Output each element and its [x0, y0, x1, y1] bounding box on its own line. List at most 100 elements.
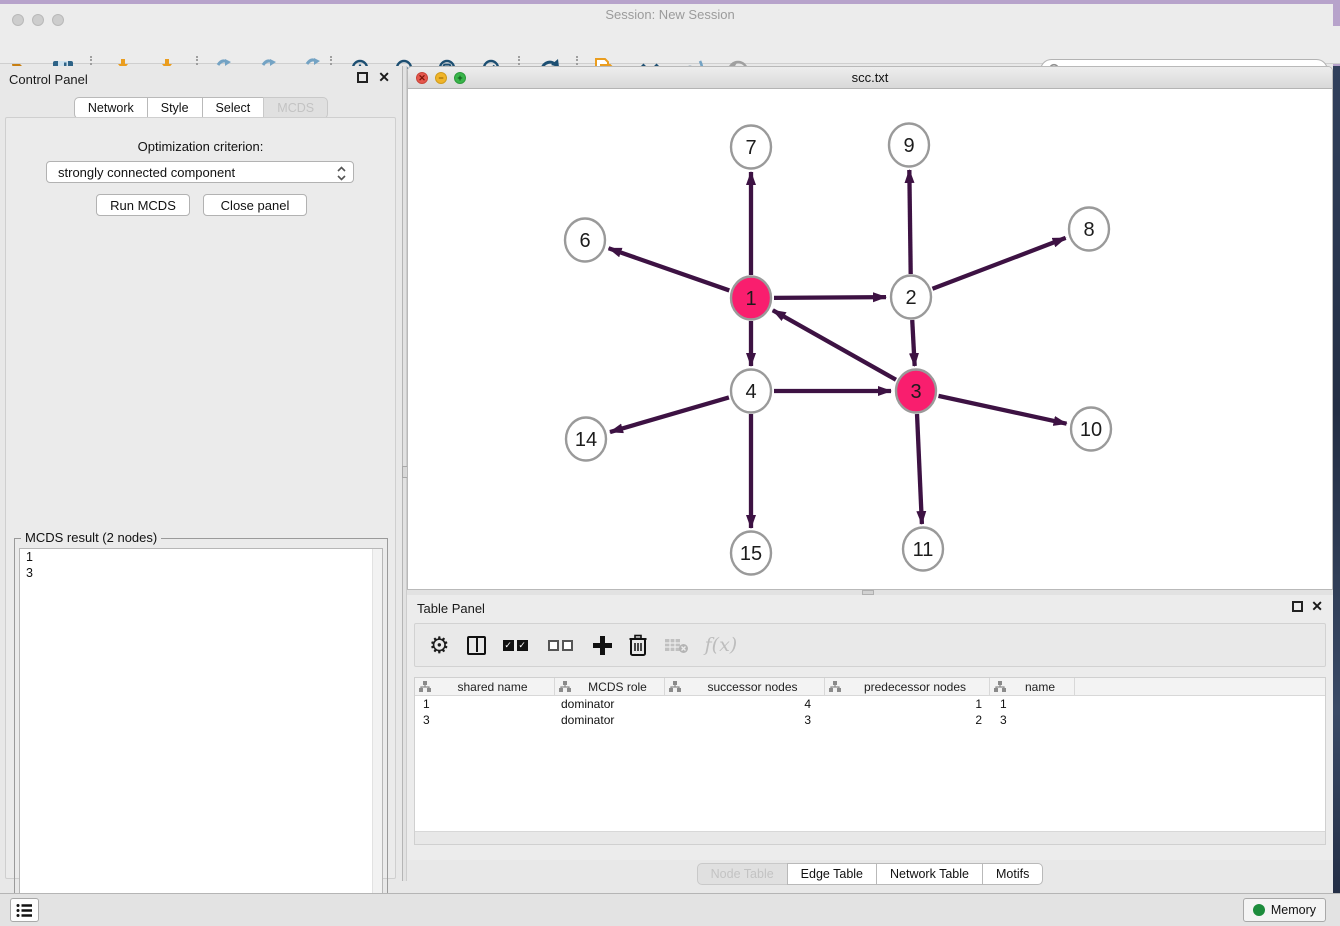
- main-toolbar: [0, 26, 1340, 64]
- list-icon: [16, 903, 33, 918]
- table-row[interactable]: 3dominator323: [415, 712, 1325, 728]
- column-header-successor-nodes[interactable]: successor nodes: [665, 678, 825, 695]
- select-arrows-icon: [336, 165, 347, 182]
- status-bar: Memory: [0, 893, 1340, 926]
- memory-button[interactable]: Memory: [1243, 898, 1326, 922]
- column-type-icon: [419, 681, 431, 692]
- mcds-result-title: MCDS result (2 nodes): [21, 530, 161, 545]
- graph-edge-3-10[interactable]: [938, 396, 1066, 424]
- tab-network[interactable]: Network: [74, 97, 148, 119]
- table-cell[interactable]: 3: [990, 712, 1075, 728]
- graph-edge-2-9[interactable]: [909, 170, 910, 274]
- delete-table-icon[interactable]: [664, 630, 688, 660]
- close-network-button[interactable]: ✕: [416, 72, 428, 84]
- select-all-checkboxes-icon[interactable]: ✓✓: [503, 630, 531, 660]
- function-builder-icon[interactable]: f(x): [705, 630, 738, 660]
- graph-node-label-10: 10: [1080, 419, 1102, 441]
- tab-mcds[interactable]: MCDS: [263, 97, 328, 119]
- graph-edge-3-1[interactable]: [773, 310, 896, 379]
- mcds-tab-content: Optimization criterion: strongly connect…: [5, 117, 396, 879]
- tab-select[interactable]: Select: [202, 97, 265, 119]
- column-type-icon: [669, 681, 681, 692]
- table-options-gear-icon[interactable]: ⚙: [429, 630, 450, 660]
- mcds-result-group: MCDS result (2 nodes) 13: [14, 538, 388, 916]
- table-panel: Table Panel ✕ ⚙ ✓✓ f(x) shared nameMCDS …: [407, 595, 1333, 860]
- graph-edge-4-14[interactable]: [610, 397, 729, 432]
- node-table: shared name MCDS rolesuccessor nodes prede…: [414, 677, 1326, 845]
- desktop-edge: [1333, 66, 1340, 926]
- network-title: scc.txt: [408, 67, 1332, 89]
- column-header-name[interactable]: name: [990, 678, 1075, 695]
- close-panel-icon[interactable]: ✕: [378, 69, 390, 86]
- column-type-icon: [829, 681, 841, 692]
- add-column-icon[interactable]: [593, 630, 612, 660]
- column-header-MCDS-role[interactable]: MCDS role: [555, 678, 665, 695]
- tab-network-table[interactable]: Network Table: [876, 863, 983, 885]
- delete-column-icon[interactable]: [629, 630, 647, 660]
- table-row[interactable]: 1dominator411: [415, 696, 1325, 712]
- graph-node-label-9: 9: [903, 135, 914, 157]
- graph-edge-1-2[interactable]: [774, 297, 886, 298]
- result-scrollbar[interactable]: [372, 549, 382, 910]
- table-cell[interactable]: 2: [825, 712, 990, 728]
- table-cell[interactable]: dominator: [555, 696, 665, 712]
- table-cell[interactable]: 1: [415, 696, 555, 712]
- network-canvas[interactable]: 7968124314101511: [408, 89, 1332, 590]
- table-toolbar: ⚙ ✓✓ f(x): [414, 623, 1326, 667]
- table-cell[interactable]: 3: [665, 712, 825, 728]
- column-header-shared-name[interactable]: shared name: [415, 678, 555, 695]
- table-cell[interactable]: 1: [825, 696, 990, 712]
- tab-style[interactable]: Style: [147, 97, 203, 119]
- graph-edge-2-8[interactable]: [932, 238, 1065, 289]
- mcds-result-textarea[interactable]: 13: [19, 548, 383, 911]
- network-view-window: ✕ − + scc.txt 7968124314101511: [407, 66, 1333, 590]
- criterion-select[interactable]: strongly connected component: [46, 161, 354, 183]
- graph-node-label-3: 3: [910, 381, 921, 403]
- table-cell[interactable]: 1: [990, 696, 1075, 712]
- minimize-network-button[interactable]: −: [435, 72, 447, 84]
- network-window-traffic-lights[interactable]: ✕ − +: [416, 72, 473, 84]
- column-header-label: MCDS role: [571, 680, 664, 694]
- graph-edge-3-11[interactable]: [917, 414, 922, 524]
- table-header-row: shared name MCDS rolesuccessor nodes prede…: [415, 678, 1325, 696]
- tab-motifs[interactable]: Motifs: [982, 863, 1043, 885]
- maximize-window-button[interactable]: [52, 14, 64, 26]
- tab-edge-table[interactable]: Edge Table: [787, 863, 877, 885]
- maximize-network-button[interactable]: +: [454, 72, 466, 84]
- table-scroll-strip[interactable]: [415, 831, 1325, 844]
- graph-node-label-6: 6: [579, 230, 590, 252]
- graph-node-label-15: 15: [740, 543, 762, 565]
- toggle-column-view-icon[interactable]: [467, 630, 486, 660]
- table-cell[interactable]: 4: [665, 696, 825, 712]
- run-mcds-button[interactable]: Run MCDS: [96, 194, 190, 216]
- tab-node-table[interactable]: Node Table: [697, 863, 788, 885]
- column-header-label: predecessor nodes: [841, 680, 989, 694]
- table-cell[interactable]: 3: [415, 712, 555, 728]
- graph-edge-1-6[interactable]: [609, 248, 730, 290]
- mcds-result-line: 1: [20, 549, 382, 565]
- column-header-label: name: [1006, 680, 1074, 694]
- mcds-result-line: 3: [20, 565, 382, 581]
- graph-edge-2-3[interactable]: [912, 320, 914, 366]
- close-window-button[interactable]: [12, 14, 24, 26]
- float-panel-icon[interactable]: [357, 72, 368, 83]
- table-cell[interactable]: dominator: [555, 712, 665, 728]
- main-titlebar[interactable]: Session: New Session: [0, 4, 1340, 26]
- memory-label: Memory: [1271, 903, 1316, 917]
- network-window-titlebar[interactable]: ✕ − + scc.txt: [408, 67, 1332, 89]
- graph-node-label-7: 7: [745, 137, 756, 159]
- table-tabs-bar: Node TableEdge TableNetwork TableMotifs: [407, 863, 1333, 891]
- deselect-all-checkboxes-icon[interactable]: [548, 630, 576, 660]
- task-history-button[interactable]: [10, 898, 39, 922]
- graph-node-label-11: 11: [913, 539, 934, 561]
- criterion-value: strongly connected component: [58, 165, 235, 180]
- graph-node-label-14: 14: [575, 429, 597, 451]
- column-header-predecessor-nodes[interactable]: predecessor nodes: [825, 678, 990, 695]
- float-panel-icon[interactable]: [1292, 601, 1303, 612]
- network-graph[interactable]: 7968124314101511: [408, 89, 1332, 590]
- close-panel-icon[interactable]: ✕: [1311, 598, 1323, 615]
- minimize-window-button[interactable]: [32, 14, 44, 26]
- close-panel-button[interactable]: Close panel: [203, 194, 307, 216]
- control-panel-tabs: NetworkStyleSelectMCDS: [0, 97, 402, 119]
- optimization-criterion-label: Optimization criterion:: [6, 139, 395, 154]
